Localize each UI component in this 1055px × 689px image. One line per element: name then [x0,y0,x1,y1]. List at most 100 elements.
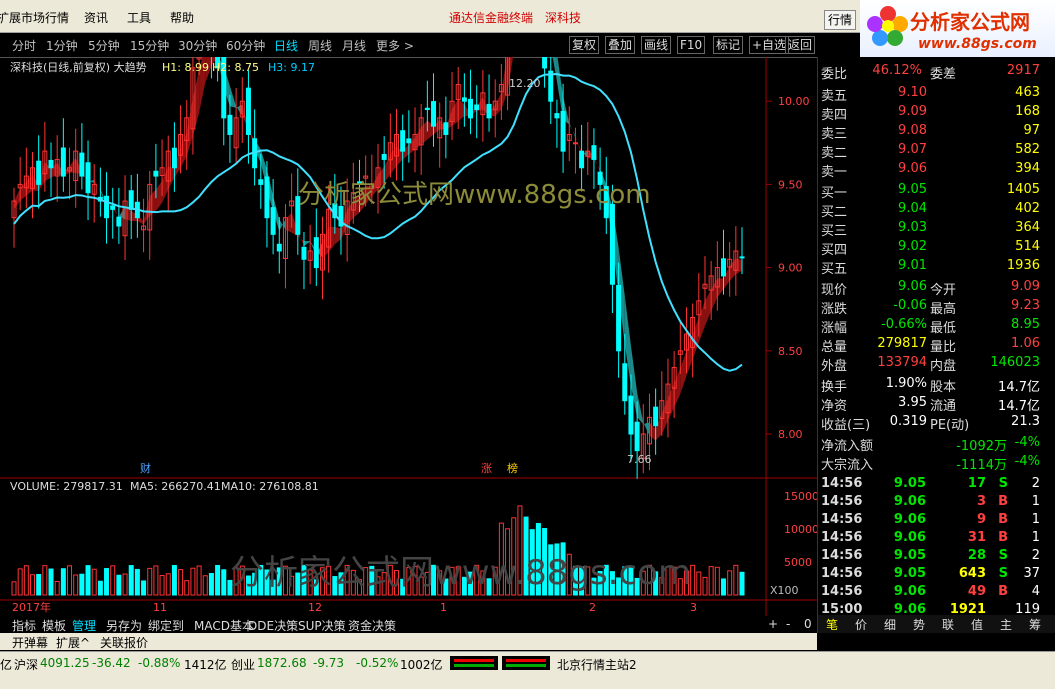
sell-price: 9.07 [898,142,927,157]
panel-tab[interactable]: 联 [942,616,954,633]
stat-value: 9.06 [898,279,927,294]
period-5min[interactable]: 5分钟 [88,37,120,54]
volume-bar [73,574,79,596]
back-button[interactable]: 返回 [785,36,816,54]
band-segment [735,258,742,275]
panel-tab[interactable]: 筹 [1029,616,1041,633]
menu-tools[interactable]: 工具 [127,9,151,26]
flow-pct: -4% [1014,435,1040,450]
tick-volume: 49 [967,584,986,599]
overlay-button[interactable]: 叠加 [605,36,636,54]
band-segment [680,350,687,395]
candle-body [406,138,412,144]
limit-up-marker[interactable]: 涨 [481,462,492,475]
buy-level-label: 买三 [821,224,848,239]
stat-label: 流通 [930,399,957,414]
cy-index-label[interactable]: 创业 [231,656,255,673]
period-weekly[interactable]: 周线 [308,37,332,54]
mark-button[interactable]: 标记 [713,36,744,54]
stat-label: 内盘 [930,359,957,374]
volume-bar [134,568,140,596]
indicator-tab[interactable]: 资金决策 [348,617,396,634]
panel-tab[interactable]: 值 [971,616,983,633]
band-segment [686,334,693,376]
indicator-tab[interactable]: 绑定到 [148,617,184,634]
stat-label: 总量 [821,340,848,355]
adjust-button[interactable]: 复权 [569,36,600,54]
candle-body [381,154,387,160]
draw-button[interactable]: 画线 [641,36,672,54]
panel-tab[interactable]: 势 [913,616,925,633]
indicator-tab[interactable]: MACD基本 [194,617,254,634]
candle-body [245,87,251,135]
panel-row: 卖四 9.09 168 [818,104,1055,123]
panel-row: 收益(三) 0.319 PE(动) 21.3 [818,414,1055,433]
billboard-marker[interactable]: 榜 [507,461,518,475]
candle-body [85,162,91,194]
menu-news[interactable]: 资讯 [84,9,108,26]
period-more[interactable]: 更多 > [376,37,414,54]
candle-body [171,147,177,169]
period-timeshare[interactable]: 分时 [12,37,36,54]
volume-bar [696,571,702,596]
panel-tab[interactable]: 细 [884,616,896,633]
sell-price: 9.10 [898,85,927,100]
panel-tab[interactable]: 笔 [826,616,838,633]
bottom-tool-button[interactable]: 扩展^ [56,634,90,651]
period-daily[interactable]: 日线 [274,37,298,54]
server-name[interactable]: 北京行情主站2 [557,656,637,673]
volume-bar [196,565,202,596]
f10-button[interactable]: F10 [677,36,706,54]
stat-label: 换手 [821,380,848,395]
period-monthly[interactable]: 月线 [342,37,366,54]
menu-help[interactable]: 帮助 [170,9,194,26]
price-tick-label: 8.50 [778,345,803,358]
candle-body [36,160,42,185]
zoom-button[interactable]: - [786,617,790,631]
panel-row: 买一 9.05 1405 [818,182,1055,201]
indicator-tab[interactable]: DDE决策 [248,617,298,634]
tick-price: 9.05 [893,566,926,581]
kline-chart[interactable]: 12.0011.5011.0010.5010.009.509.008.508.0… [0,57,817,617]
flow-value: -1092万 [956,439,1007,454]
sh-index-label[interactable]: 沪深 [14,656,38,673]
volume-bar [97,580,103,596]
panel-row: 卖二 9.07 582 [818,142,1055,161]
tick-side: S [998,476,1008,491]
add-favorite-button[interactable]: +自选 [749,36,790,54]
sh-index-value: 4091.25 [40,656,90,670]
period-60min[interactable]: 60分钟 [226,37,265,54]
candle-body [591,145,597,160]
panel-row: 买三 9.03 364 [818,220,1055,239]
band-segment [711,278,718,311]
period-15min[interactable]: 15分钟 [130,37,169,54]
finance-marker[interactable]: 财 [140,461,151,475]
app-title: 通达信金融终端 [449,11,534,25]
volume-bar [42,565,48,596]
weicha-value: 2917 [1006,63,1040,78]
bottom-tool-button[interactable]: 开弹幕 [12,634,48,651]
tick-side: B [998,512,1008,527]
panel-tab[interactable]: 价 [855,616,867,633]
tick-count: 1 [1031,494,1040,509]
band-segment [637,392,644,425]
zoom-button[interactable]: + [768,617,778,631]
indicator-tab[interactable]: SUP决策 [298,617,346,634]
volume-bar [48,568,54,596]
indicator-tab[interactable]: 管理 [72,617,96,634]
quote-button[interactable]: 行情 [824,10,857,30]
stat-value: 14.7亿 [998,399,1040,414]
zoom-button[interactable]: 0 [804,617,812,631]
menu-extended-market[interactable]: 扩展市场行情 [0,9,69,26]
period-30min[interactable]: 30分钟 [178,37,217,54]
panel-tab[interactable]: 主 [1000,616,1012,633]
band-segment [192,69,200,137]
bottom-tool-button[interactable]: 关联报价 [100,634,148,651]
buy-price: 9.05 [898,182,927,197]
indicator-tab[interactable]: 模板 [42,617,66,634]
panel-row: 现价 9.06 今开 9.09 [818,279,1055,298]
volume-bar [11,581,17,596]
indicator-tab[interactable]: 指标 [12,617,36,634]
period-1min[interactable]: 1分钟 [46,37,78,54]
indicator-tab[interactable]: 另存为 [106,617,142,634]
